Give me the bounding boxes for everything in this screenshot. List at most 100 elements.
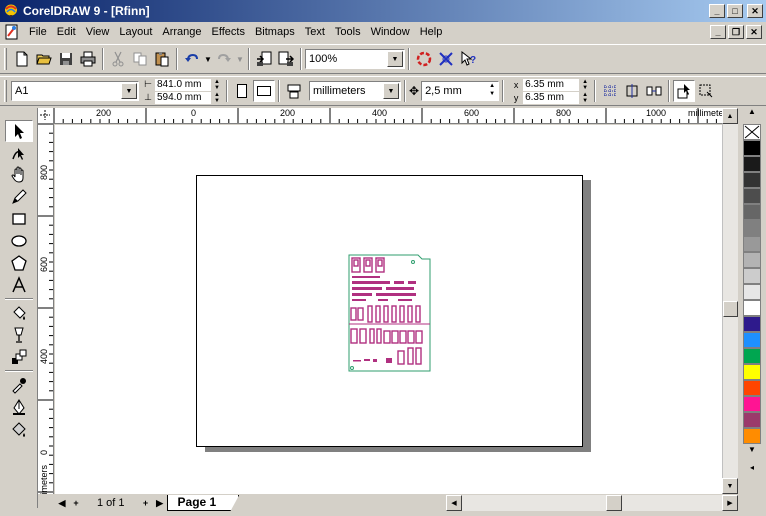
menu-window[interactable]: Window xyxy=(366,23,415,41)
last-page-button[interactable]: ▶ xyxy=(153,496,167,510)
menu-view[interactable]: View xyxy=(81,23,115,41)
color-swatch[interactable] xyxy=(743,412,761,428)
interactive-blend-tool[interactable] xyxy=(5,346,33,368)
paper-width-spinner[interactable]: ▲ ▼ xyxy=(211,79,223,91)
pan-tool[interactable] xyxy=(5,164,33,186)
nudge-spinner[interactable]: ▲ ▼ xyxy=(486,83,498,99)
no-fill-swatch[interactable] xyxy=(743,124,761,140)
chevron-down-icon[interactable]: ▼ xyxy=(121,83,137,99)
redo-dropdown-arrow[interactable]: ▼ xyxy=(235,48,245,70)
color-swatch[interactable] xyxy=(743,300,761,316)
freehand-tool[interactable] xyxy=(5,186,33,208)
doc-minimize-button[interactable]: _ xyxy=(710,25,726,39)
scroll-left-button[interactable]: ◀ xyxy=(446,495,462,511)
color-swatch[interactable] xyxy=(743,156,761,172)
interactive-transparency-tool[interactable] xyxy=(5,324,33,346)
export-button[interactable] xyxy=(275,48,297,70)
menu-effects[interactable]: Effects xyxy=(207,23,250,41)
fill-tool[interactable] xyxy=(5,418,33,440)
color-swatch[interactable] xyxy=(743,364,761,380)
interactive-fill-tool[interactable] xyxy=(5,302,33,324)
zoom-level-combo[interactable]: 100% ▼ xyxy=(305,49,405,69)
paper-height-spinner[interactable]: ▲ ▼ xyxy=(211,92,223,104)
outline-tool[interactable] xyxy=(5,396,33,418)
horizontal-ruler[interactable]: 200 0 200 400 600 800 1000 millimeters xyxy=(54,108,738,124)
page-tab-1[interactable]: Page 1 xyxy=(166,495,240,511)
drawing-page[interactable] xyxy=(196,175,583,447)
menu-bitmaps[interactable]: Bitmaps xyxy=(250,23,300,41)
import-button[interactable] xyxy=(253,48,275,70)
coreldraw-logo-icon[interactable] xyxy=(3,3,19,19)
duplicate-y-field[interactable]: 6.35 mm xyxy=(523,91,580,104)
pick-tool[interactable] xyxy=(5,120,33,142)
close-button[interactable]: ✕ xyxy=(747,4,763,18)
duplicate-x-spinner[interactable]: ▲ ▼ xyxy=(579,79,591,91)
document-icon[interactable] xyxy=(4,24,20,40)
palette-scroll-up-icon[interactable]: ▲ xyxy=(743,106,761,118)
menu-edit[interactable]: Edit xyxy=(52,23,81,41)
corel-online-button[interactable] xyxy=(413,48,435,70)
doc-close-button[interactable]: ✕ xyxy=(746,25,762,39)
eyedropper-tool[interactable] xyxy=(5,374,33,396)
color-swatch[interactable] xyxy=(743,172,761,188)
color-swatch[interactable] xyxy=(743,220,761,236)
polygon-tool[interactable] xyxy=(5,252,33,274)
vertical-ruler[interactable]: 800 600 400 0 millimeters xyxy=(38,124,54,494)
rectangle-tool[interactable] xyxy=(5,208,33,230)
paper-width-field[interactable]: 841.0 mm xyxy=(155,78,211,91)
draw-objects-button[interactable] xyxy=(695,80,717,102)
palette-scroll-down-icon[interactable]: ▼ xyxy=(743,444,761,456)
color-swatch[interactable] xyxy=(743,380,761,396)
units-combo[interactable]: millimeters ▼ xyxy=(309,81,401,101)
scroll-up-button[interactable]: ▲ xyxy=(722,108,738,124)
vertical-scrollbar[interactable]: ▲ ▼ xyxy=(722,108,738,494)
drawing-artwork[interactable] xyxy=(348,254,432,372)
scroll-down-button[interactable]: ▼ xyxy=(722,478,738,494)
horizontal-scrollbar[interactable]: ◀ ▶ xyxy=(446,495,738,511)
cut-button[interactable] xyxy=(107,48,129,70)
snap-to-guidelines-button[interactable] xyxy=(621,80,643,102)
treat-as-filled-button[interactable] xyxy=(673,80,696,102)
open-button[interactable] xyxy=(33,48,55,70)
whats-this-button[interactable]: ? xyxy=(457,48,479,70)
vertical-scroll-thumb[interactable] xyxy=(723,301,738,317)
duplicate-x-field[interactable]: 6.35 mm xyxy=(523,78,580,91)
menu-arrange[interactable]: Arrange xyxy=(157,23,206,41)
page-layout-button[interactable] xyxy=(283,80,305,102)
color-swatch[interactable] xyxy=(743,332,761,348)
doc-restore-button[interactable]: ❐ xyxy=(728,25,744,39)
copy-button[interactable] xyxy=(129,48,151,70)
color-swatch[interactable] xyxy=(743,252,761,268)
paste-button[interactable] xyxy=(151,48,173,70)
snap-to-grid-button[interactable] xyxy=(599,80,621,102)
color-swatch[interactable] xyxy=(743,140,761,156)
chevron-down-icon[interactable]: ▼ xyxy=(383,83,399,99)
scroll-right-button[interactable]: ▶ xyxy=(722,495,738,511)
color-swatch[interactable] xyxy=(743,236,761,252)
ruler-origin[interactable] xyxy=(38,108,54,124)
color-swatch[interactable] xyxy=(743,428,761,444)
undo-dropdown-arrow[interactable]: ▼ xyxy=(203,48,213,70)
menu-text[interactable]: Text xyxy=(300,23,330,41)
corel-tutor-button[interactable] xyxy=(435,48,457,70)
chevron-down-icon[interactable]: ▼ xyxy=(387,51,403,67)
nudge-offset-field[interactable]: 2,5 mm ▲ ▼ xyxy=(421,81,500,101)
color-swatch[interactable] xyxy=(743,204,761,220)
first-page-button[interactable]: ◀ xyxy=(55,496,69,510)
save-button[interactable] xyxy=(55,48,77,70)
text-tool[interactable] xyxy=(5,274,33,296)
toolbar-grip[interactable] xyxy=(4,48,7,70)
color-swatch[interactable] xyxy=(743,268,761,284)
horizontal-scroll-thumb[interactable] xyxy=(606,495,622,511)
color-swatch[interactable] xyxy=(743,188,761,204)
menu-help[interactable]: Help xyxy=(415,23,448,41)
snap-to-objects-button[interactable] xyxy=(643,80,665,102)
paper-type-combo[interactable]: A1 ▼ xyxy=(11,81,139,101)
paper-height-field[interactable]: 594.0 mm xyxy=(155,91,211,104)
menu-layout[interactable]: Layout xyxy=(114,23,157,41)
add-page-before-button[interactable]: + xyxy=(69,496,83,510)
add-page-after-button[interactable]: + xyxy=(139,496,153,510)
duplicate-y-spinner[interactable]: ▲ ▼ xyxy=(579,92,591,104)
menu-tools[interactable]: Tools xyxy=(330,23,366,41)
color-swatch[interactable] xyxy=(743,348,761,364)
